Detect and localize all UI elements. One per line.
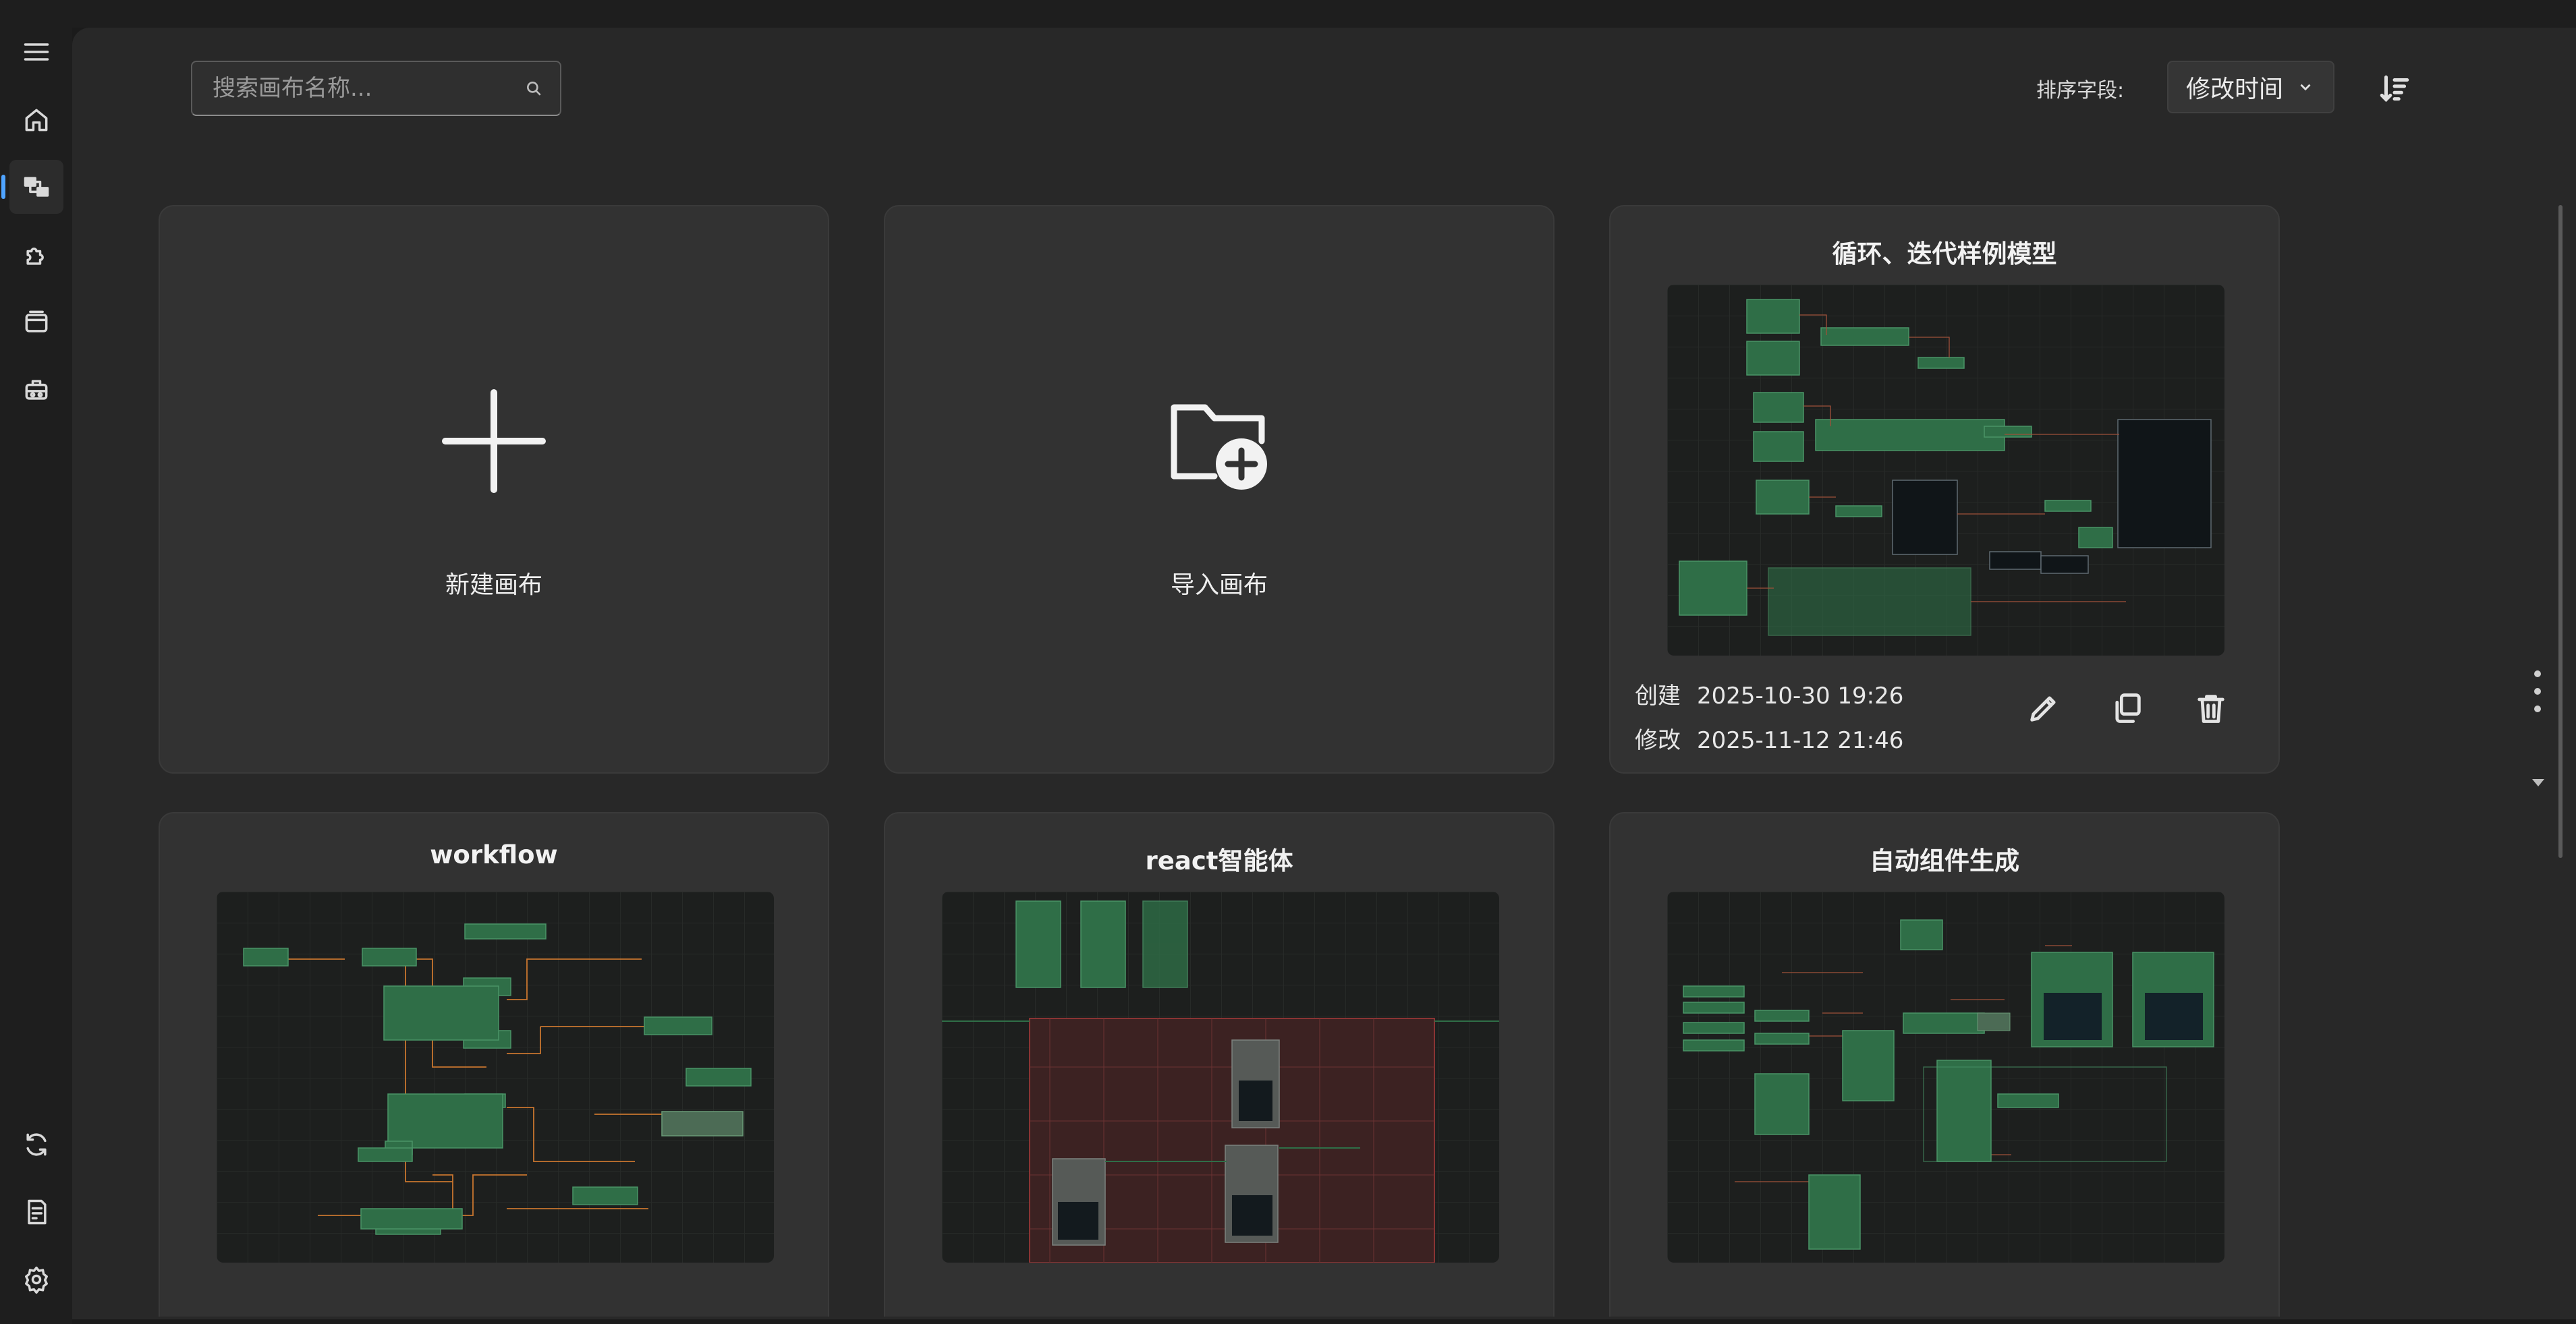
canvas-meta: 创建 2025-10-30 19:26 修改 2025-11-12 21:46: [1635, 674, 1903, 763]
sort-descending-icon: [2380, 75, 2409, 103]
nav-home[interactable]: [9, 93, 63, 147]
sort-label: 排序字段:: [2036, 79, 2125, 103]
canvas-title: react智能体: [1145, 846, 1293, 875]
log-icon: [28, 1199, 47, 1225]
title-strip: [0, 0, 2576, 28]
folder-add-icon: [1171, 404, 1267, 490]
home-icon: [25, 109, 48, 132]
canvas-thumbnail: [1667, 285, 2224, 656]
logs-button[interactable]: [9, 1185, 63, 1239]
new-canvas-label: 新建画布: [445, 571, 542, 599]
canvas-grid: 新建画布 导入画布 循环、迭代样例模型 创建 2025-10-30 19:26 …: [159, 205, 2358, 1317]
canvas-list-panel: 排序字段: 修改时间 新建画布 导入画布: [72, 28, 2576, 1319]
modified-time: 2025-11-12 21:46: [1697, 727, 1904, 754]
canvas-actions: [2026, 691, 2229, 726]
search-icon: [527, 82, 541, 96]
settings-button[interactable]: [9, 1253, 63, 1306]
nav-canvas[interactable]: [1, 160, 63, 214]
import-canvas-label: 导入画布: [1170, 571, 1268, 599]
refresh-icon: [26, 1133, 47, 1156]
search-box[interactable]: [191, 61, 561, 116]
nav-agents[interactable]: [9, 363, 63, 417]
scroll-down-arrow[interactable]: [2532, 779, 2544, 786]
delete-icon[interactable]: [2193, 691, 2229, 726]
created-label: 创建: [1635, 683, 1681, 710]
sort-field-value: 修改时间: [2186, 76, 2284, 103]
edit-icon[interactable]: [2026, 691, 2061, 726]
canvas-title: 循环、迭代样例模型: [1832, 239, 2057, 268]
window-icon: [25, 310, 48, 333]
canvas-card[interactable]: workflow: [159, 812, 829, 1317]
new-canvas-card[interactable]: 新建画布: [159, 205, 829, 774]
canvas-icon: [24, 177, 49, 197]
copy-icon[interactable]: [2110, 691, 2145, 726]
nav-plugins[interactable]: [9, 228, 63, 282]
modified-label: 修改: [1635, 727, 1681, 754]
canvas-title: 自动组件生成: [1870, 846, 2019, 875]
scrollbar[interactable]: [2558, 205, 2563, 858]
plugin-icon: [26, 248, 44, 265]
scroll-dots: [2534, 670, 2542, 723]
menu-button[interactable]: [9, 25, 63, 79]
chevron-down-icon: [2300, 84, 2311, 91]
canvas-thumbnail: [217, 892, 774, 1263]
search-input[interactable]: [213, 75, 525, 102]
nav-windows[interactable]: [9, 295, 63, 349]
import-canvas-card[interactable]: 导入画布: [884, 205, 1555, 774]
canvas-title: workflow: [430, 840, 558, 869]
menu-icon: [24, 43, 49, 61]
created-time: 2025-10-30 19:26: [1697, 683, 1904, 710]
robot-icon: [25, 380, 48, 400]
canvas-thumbnail: [942, 892, 1499, 1263]
canvas-card[interactable]: 自动组件生成: [1609, 812, 2280, 1317]
canvas-thumbnail: [1667, 892, 2224, 1263]
refresh-button[interactable]: [9, 1118, 63, 1172]
sidebar: [0, 0, 72, 1324]
sort-order-button[interactable]: [2373, 67, 2416, 110]
canvas-card[interactable]: react智能体: [884, 812, 1555, 1317]
canvas-card[interactable]: 循环、迭代样例模型 创建 2025-10-30 19:26 修改 2025-11…: [1609, 205, 2280, 774]
plus-icon: [442, 389, 546, 493]
settings-icon: [25, 1266, 48, 1294]
sort-field-select[interactable]: 修改时间: [2167, 61, 2334, 113]
